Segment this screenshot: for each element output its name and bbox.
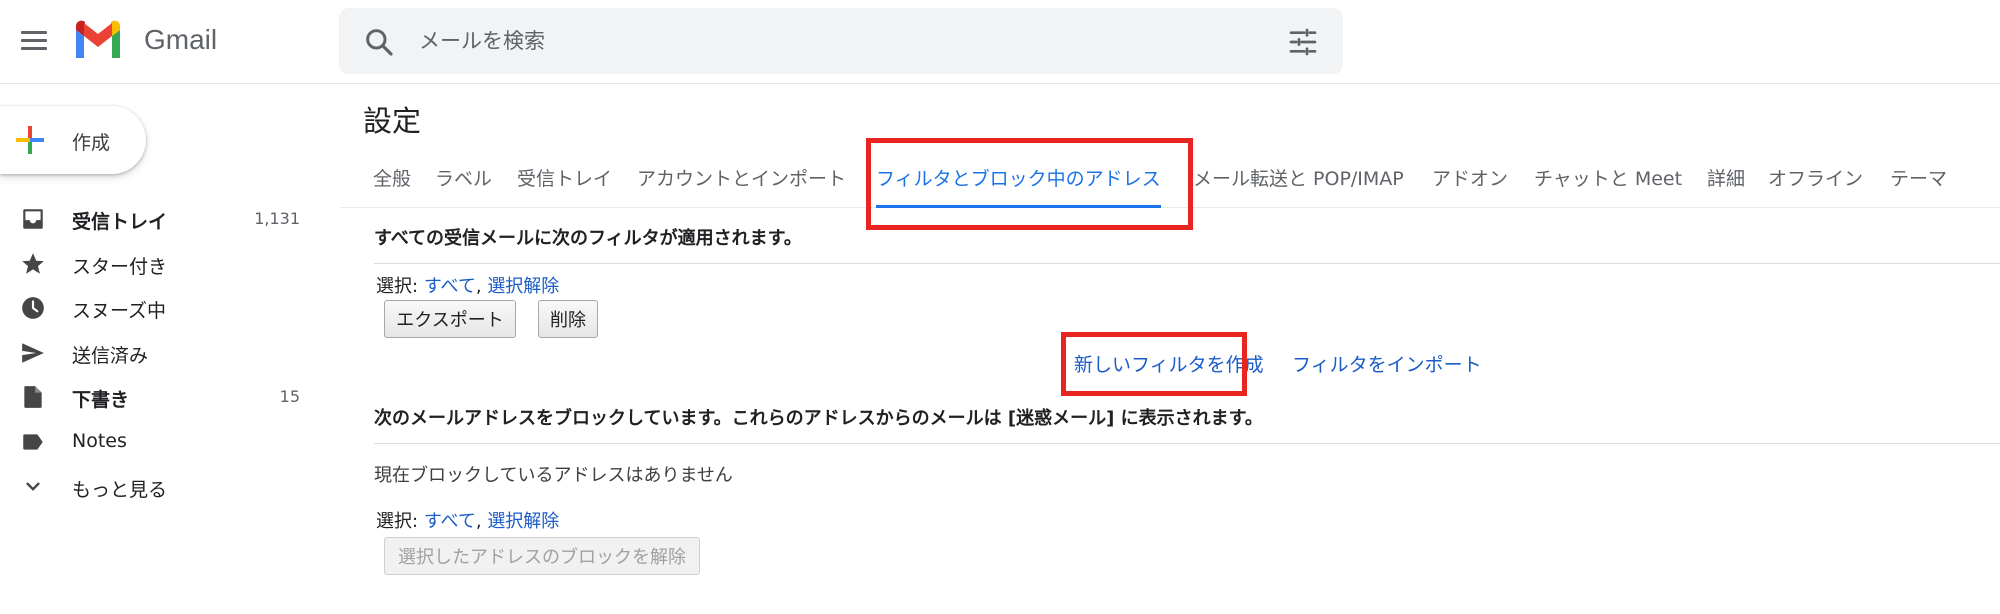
tab-advanced[interactable]: 詳細: [1707, 150, 1745, 208]
export-button[interactable]: エクスポート: [384, 300, 516, 338]
search-options-icon[interactable]: [1287, 26, 1319, 58]
unread-count: 1,131: [254, 209, 300, 228]
top-header: Gmail: [0, 0, 2000, 84]
gmail-logo-icon[interactable]: [72, 18, 124, 60]
select-none-link[interactable]: 選択解除: [487, 511, 559, 532]
send-icon: [22, 343, 44, 363]
select-none-link[interactable]: 選択解除: [487, 276, 559, 297]
sidebar-nav: 受信トレイ 1,131 スター付き スヌーズ中 送信済み 下書き 15 Note…: [0, 196, 320, 508]
clock-icon: [22, 297, 44, 320]
unblock-button[interactable]: 選択したアドレスのブロックを解除: [384, 537, 700, 575]
sidebar-item-sent[interactable]: 送信済み: [0, 330, 320, 375]
settings-tabs: 全般 ラベル 受信トレイ アカウントとインポート フィルタとブロック中のアドレス…: [340, 150, 2000, 208]
label-icon: [23, 434, 43, 450]
sidebar-item-label: 受信トレイ: [72, 211, 168, 233]
tab-offline[interactable]: オフライン: [1768, 150, 1863, 208]
chevron-down-icon: [26, 482, 40, 491]
filters-divider: [374, 263, 2000, 264]
select-separator: ,: [475, 511, 482, 532]
inbox-icon: [23, 209, 43, 229]
tab-accounts-import[interactable]: アカウントとインポート: [637, 150, 846, 208]
select-prefix: 選択:: [376, 276, 419, 297]
app-name: Gmail: [144, 24, 218, 55]
delete-button[interactable]: 削除: [538, 300, 598, 338]
tab-forwarding-pop-imap[interactable]: メール転送と POP/IMAP: [1193, 150, 1404, 208]
sidebar-item-more[interactable]: もっと見る: [0, 464, 320, 509]
blocked-select-line: 選択: すべて, 選択解除: [376, 507, 559, 533]
sidebar-item-starred[interactable]: スター付き: [0, 241, 320, 286]
sidebar-item-snoozed[interactable]: スヌーズ中: [0, 285, 320, 330]
blocked-divider: [374, 443, 2000, 444]
compose-plus-icon: [16, 126, 44, 154]
sidebar-item-label: スヌーズ中: [72, 300, 167, 323]
search-bar[interactable]: [339, 8, 1343, 74]
filters-heading: すべての受信メールに次のフィルタが適用されます。: [374, 228, 802, 249]
compose-button[interactable]: 作成: [0, 106, 146, 174]
draft-icon: [24, 386, 42, 409]
select-prefix: 選択:: [376, 511, 419, 532]
select-separator: ,: [475, 276, 482, 297]
import-filter-link[interactable]: フィルタをインポート: [1292, 350, 1482, 377]
main-menu-icon[interactable]: [18, 26, 50, 56]
tab-inbox[interactable]: 受信トレイ: [517, 150, 612, 208]
sidebar-item-label: スター付き: [72, 255, 168, 278]
tab-chat-meet[interactable]: チャットと Meet: [1534, 150, 1682, 208]
tab-general[interactable]: 全般: [373, 150, 411, 208]
page-title: 設定: [363, 104, 422, 138]
search-input[interactable]: [419, 16, 1239, 66]
sidebar-item-label: 送信済み: [72, 344, 149, 367]
blocked-heading: 次のメールアドレスをブロックしています。これらのアドレスからのメールは [迷惑メ…: [374, 408, 1263, 429]
tab-filters-blocked[interactable]: フィルタとブロック中のアドレス: [876, 150, 1161, 208]
sidebar-item-drafts[interactable]: 下書き 15: [0, 374, 320, 419]
sidebar-item-inbox[interactable]: 受信トレイ 1,131: [0, 196, 320, 241]
sidebar-item-label: Notes: [72, 429, 127, 452]
sidebar-item-label: もっと見る: [72, 478, 168, 501]
sidebar-item-notes[interactable]: Notes: [0, 419, 320, 464]
star-icon: [22, 252, 44, 274]
search-icon[interactable]: [363, 26, 395, 58]
select-all-link[interactable]: すべて: [424, 511, 476, 532]
draft-count: 15: [279, 387, 300, 407]
select-all-link[interactable]: すべて: [424, 276, 476, 297]
compose-label: 作成: [72, 132, 111, 154]
filters-select-line: 選択: すべて, 選択解除: [376, 272, 559, 298]
create-filter-link[interactable]: 新しいフィルタを作成: [1074, 350, 1264, 377]
tab-addons[interactable]: アドオン: [1432, 150, 1508, 208]
sidebar-item-label: 下書き: [72, 389, 130, 412]
no-blocked-text: 現在ブロックしているアドレスはありません: [374, 465, 733, 486]
tab-labels[interactable]: ラベル: [435, 150, 492, 208]
tab-themes[interactable]: テーマ: [1890, 150, 1947, 208]
